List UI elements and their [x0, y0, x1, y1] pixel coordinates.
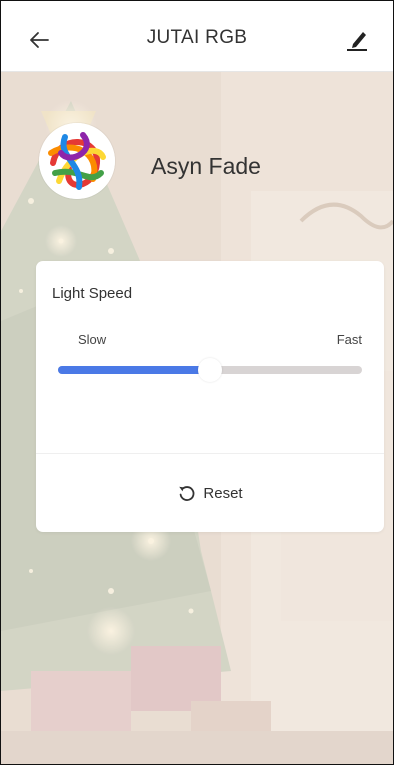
page-title: JUTAI RGB: [146, 27, 248, 48]
mode-name: Asyn Fade: [151, 152, 261, 179]
light-speed-card: Light Speed Slow Fast Reset: [36, 261, 384, 532]
edit-button[interactable]: [339, 21, 375, 57]
slider-fill: [58, 366, 210, 374]
slider-min-label: Slow: [78, 332, 107, 347]
card-title: Light Speed: [52, 285, 133, 302]
top-bar: JUTAI RGB: [1, 1, 393, 72]
slider-max-label: Fast: [336, 332, 362, 347]
slider-thumb[interactable]: [198, 358, 222, 382]
app-screen: JUTAI RGB Asyn Fade Light Speed Slow Fas…: [0, 0, 394, 765]
mode-header: Asyn Fade: [39, 123, 261, 199]
reset-icon: [177, 483, 197, 503]
card-divider: [36, 453, 384, 454]
pen-icon: [347, 32, 367, 51]
speed-slider[interactable]: [58, 358, 362, 382]
rainbow-mode-icon: [39, 123, 115, 199]
reset-button[interactable]: Reset: [36, 483, 384, 503]
reset-label: Reset: [203, 484, 243, 502]
